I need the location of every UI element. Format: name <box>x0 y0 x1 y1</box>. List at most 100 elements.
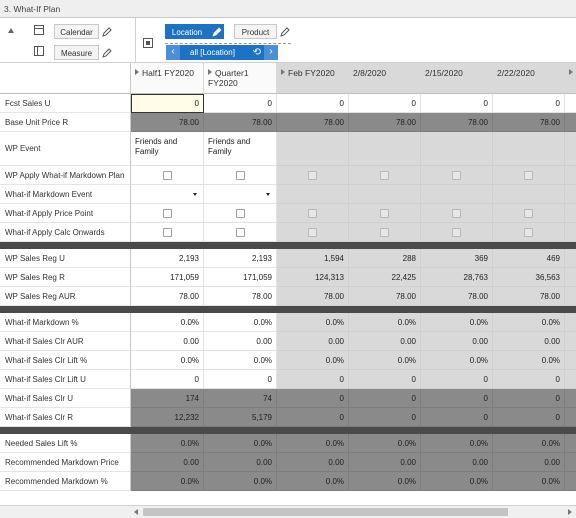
cell-value: 288 <box>402 253 416 263</box>
grid-cell[interactable]: 0 <box>565 94 576 113</box>
column-header[interactable]: 2/22/2020 <box>493 63 565 94</box>
checkbox-icon[interactable] <box>308 227 317 237</box>
grid-cell[interactable]: 2,193 <box>204 249 277 268</box>
grid-cell[interactable]: 171,059 <box>131 268 204 287</box>
column-header[interactable]: Quarter1 FY2020 <box>204 63 277 94</box>
checkbox-icon[interactable] <box>380 208 389 218</box>
grid-cell: 0 <box>349 370 421 389</box>
grid-cell[interactable]: 0.0% <box>204 313 277 332</box>
grid-cell[interactable]: 2,193 <box>131 249 204 268</box>
window-title-bar: 3. What-If Plan <box>0 0 576 18</box>
grid-cell[interactable]: 0 <box>421 94 493 113</box>
checkbox-icon[interactable] <box>524 208 533 218</box>
chevron-left-icon[interactable]: ‹ <box>166 45 180 60</box>
expand-arrow-icon[interactable] <box>281 69 285 75</box>
grid-cell[interactable] <box>204 223 277 242</box>
grid-cell[interactable]: 0 <box>131 94 204 113</box>
dropdown-arrow-icon[interactable] <box>193 192 197 196</box>
grid-cell[interactable] <box>131 204 204 223</box>
grid-cell[interactable]: 0.0% <box>131 313 204 332</box>
collapse-up-icon[interactable] <box>8 28 14 33</box>
expand-arrow-icon[interactable] <box>208 69 212 75</box>
grid-cell[interactable] <box>204 185 277 204</box>
checkbox-icon[interactable] <box>308 208 317 218</box>
checkbox-icon[interactable] <box>380 170 389 180</box>
row-label: Recommended Markdown % <box>0 472 131 491</box>
dropdown-arrow-icon[interactable] <box>266 192 270 196</box>
grid-cell[interactable]: 0 <box>493 94 565 113</box>
location-edit-pencil-icon[interactable] <box>209 24 224 39</box>
scroll-left-icon[interactable] <box>134 509 138 515</box>
row-label: Fcst Sales U <box>0 94 131 113</box>
checkbox-icon[interactable] <box>524 227 533 237</box>
column-header[interactable]: 2/15/2020 <box>421 63 493 94</box>
grid-cell[interactable]: 0.00 <box>204 332 277 351</box>
grid-cell: 0 <box>277 408 349 427</box>
scrollbar-thumb[interactable] <box>143 508 508 516</box>
checkbox-icon[interactable] <box>452 170 461 180</box>
measure-edit-pencil-icon[interactable] <box>99 45 114 60</box>
column-header[interactable]: Half1 FY2020 <box>131 63 204 94</box>
cell-value: 0.00 <box>183 457 199 467</box>
product-dimension-chip[interactable]: Product <box>234 24 277 39</box>
grid-cell[interactable]: 0 <box>277 94 349 113</box>
grid-cell[interactable]: 0 <box>131 370 204 389</box>
row-label: What-if Apply Calc Onwards <box>0 223 131 242</box>
cell-value: 0.00 <box>400 457 416 467</box>
location-dimension-chip[interactable]: Location <box>165 24 209 39</box>
grid-cell[interactable]: 171,059 <box>204 268 277 287</box>
checkbox-icon[interactable] <box>235 208 245 218</box>
measure-dimension-chip[interactable]: Measure <box>54 45 99 60</box>
calendar-chip-label: Calendar <box>60 28 93 37</box>
checkbox-icon[interactable] <box>452 227 461 237</box>
column-header[interactable] <box>565 63 576 94</box>
checkbox-icon[interactable] <box>162 208 172 218</box>
grid-cell[interactable]: 0.0% <box>204 351 277 370</box>
horizontal-scrollbar[interactable] <box>0 505 576 518</box>
location-page-value: all [Location] <box>190 48 235 57</box>
checkbox-icon[interactable] <box>308 170 317 180</box>
grid-cell: 469 <box>493 249 565 268</box>
grid-cell[interactable]: 0.00 <box>131 332 204 351</box>
expand-arrow-icon[interactable] <box>569 69 573 75</box>
grid-cell[interactable] <box>131 185 204 204</box>
grid-cell[interactable]: 0 <box>349 94 421 113</box>
grid-cell <box>277 166 349 185</box>
checkbox-icon[interactable] <box>162 170 172 180</box>
cell-value: 0 <box>339 374 344 384</box>
checkbox-icon[interactable] <box>524 170 533 180</box>
grid-cell[interactable]: Friends and Family <box>131 132 204 166</box>
grid-cell[interactable]: 78.00 <box>131 287 204 306</box>
grid-cell[interactable]: 0 <box>204 94 277 113</box>
grid-cell[interactable] <box>131 166 204 185</box>
grid-cell[interactable] <box>204 166 277 185</box>
checkbox-icon[interactable] <box>452 208 461 218</box>
grid-cell[interactable]: 0.0% <box>131 351 204 370</box>
checkbox-icon[interactable] <box>235 170 245 180</box>
location-page-selector[interactable]: all [Location] ⟲ <box>180 45 264 60</box>
checkbox-icon[interactable] <box>235 227 245 237</box>
expand-arrow-icon[interactable] <box>135 69 139 75</box>
scroll-right-icon[interactable] <box>568 509 572 515</box>
product-edit-pencil-icon[interactable] <box>277 24 292 39</box>
rotate-icon[interactable]: ⟲ <box>253 45 261 60</box>
checkbox-icon[interactable] <box>162 227 172 237</box>
grid-cell: 0.0% <box>565 313 576 332</box>
grid-cell[interactable]: 78.00 <box>204 287 277 306</box>
row-label: What-if Sales Clr R <box>0 408 131 427</box>
grid-cell[interactable] <box>204 204 277 223</box>
grid-cell: 0.00 <box>277 332 349 351</box>
chevron-right-icon[interactable]: › <box>264 45 278 60</box>
row-label-text: WP Apply What-if Markdown Plan <box>5 170 125 180</box>
calendar-edit-pencil-icon[interactable] <box>99 24 114 39</box>
cell-value: 0.00 <box>472 336 488 346</box>
grid-cell[interactable]: 0 <box>204 370 277 389</box>
grid-cell[interactable] <box>131 223 204 242</box>
calendar-dimension-chip[interactable]: Calendar <box>54 24 99 39</box>
row-label: WP Sales Reg U <box>0 249 131 268</box>
column-header[interactable]: 2/8/2020 <box>349 63 421 94</box>
window-title: 3. What-If Plan <box>4 4 61 14</box>
grid-cell[interactable]: Friends and Family <box>204 132 277 166</box>
column-header[interactable]: Feb FY2020 <box>277 63 349 94</box>
checkbox-icon[interactable] <box>380 227 389 237</box>
